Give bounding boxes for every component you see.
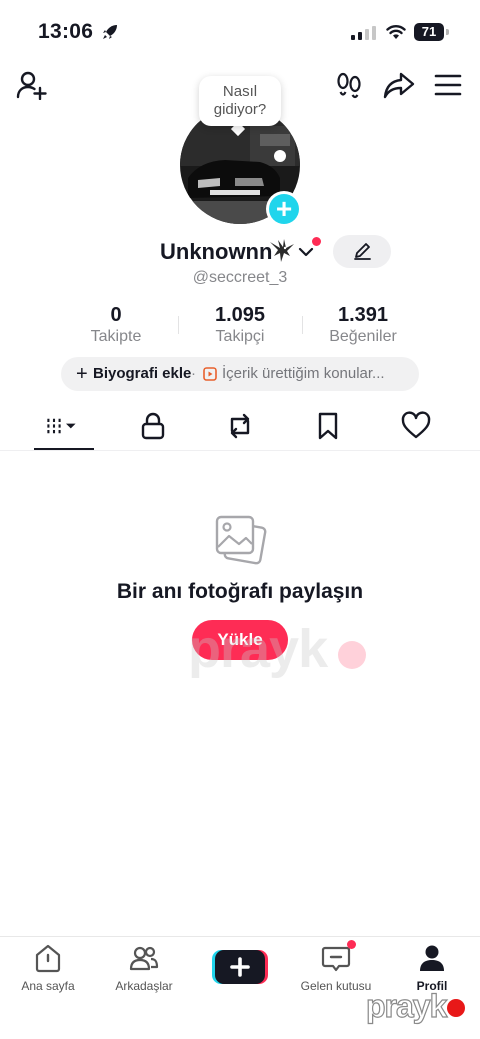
username-handle: @seccreet_3 (192, 269, 288, 286)
repost-icon[interactable] (224, 410, 256, 442)
plus-icon: + (269, 194, 299, 224)
watermark-corner-dot (447, 999, 465, 1017)
nav-profile[interactable]: Profil (384, 943, 480, 993)
inbox-icon (321, 946, 351, 972)
footprints-icon[interactable] (336, 71, 362, 99)
rocket-icon (103, 25, 117, 39)
following-label[interactable]: Takipte (66, 328, 166, 346)
nav-home[interactable]: Ana sayfa (0, 943, 96, 993)
nav-home-label: Ana sayfa (21, 979, 75, 993)
stat-divider (178, 316, 179, 334)
share-icon[interactable] (383, 70, 415, 100)
nav-friends-label: Arkadaşlar (115, 979, 173, 993)
create-plus-button[interactable] (212, 950, 268, 984)
tab-divider (0, 450, 480, 451)
nav-friends[interactable]: Arkadaşlar (96, 943, 192, 993)
videos-grid-tab-icon[interactable] (46, 410, 78, 442)
nav-inbox[interactable]: Gelen kutusu (288, 943, 384, 993)
notification-dot (312, 237, 321, 246)
add-avatar-button[interactable]: + (266, 191, 302, 227)
battery-icon: 71 (414, 23, 450, 41)
bookmark-icon[interactable] (312, 410, 344, 442)
add-friend-icon[interactable] (16, 70, 48, 100)
menu-icon[interactable] (434, 73, 462, 97)
edit-profile-button[interactable] (333, 235, 391, 268)
stat-divider (302, 316, 303, 334)
followers-count[interactable]: 1.095 (190, 304, 290, 327)
pencil-icon (354, 243, 371, 260)
chevron-down-icon[interactable] (298, 246, 314, 258)
home-icon (35, 944, 61, 973)
empty-state-title: Bir anı fotoğrafı paylaşın (116, 580, 364, 603)
photos-icon (215, 515, 267, 565)
content-topics-button[interactable]: İçerik ürettiğim konular... (222, 357, 385, 391)
play-square-icon (203, 367, 217, 381)
display-name: Unknownn (160, 239, 273, 264)
following-count[interactable]: 0 (66, 304, 166, 327)
bio-plus-icon: + (76, 363, 88, 385)
heart-icon[interactable] (400, 410, 432, 442)
profile-icon (420, 945, 444, 971)
status-bubble[interactable]: Nasıl gidiyor? (199, 76, 281, 126)
status-time: 13:06 (38, 20, 94, 43)
friends-icon (129, 946, 159, 971)
inbox-notification-dot (347, 940, 356, 949)
cellular-signal-icon (351, 26, 376, 40)
watermark: prayk (188, 619, 328, 679)
battery-level: 71 (414, 23, 444, 41)
lock-icon[interactable] (137, 410, 169, 442)
watermark-corner: prayk (365, 987, 448, 1024)
bio-pill[interactable]: + Biyografi ekle · İçerik ürettiğim konu… (61, 357, 419, 391)
bottom-nav-divider (0, 936, 480, 937)
bio-separator: · (191, 365, 196, 382)
watermark-dot (338, 641, 366, 669)
add-bio-button[interactable]: Biyografi ekle (93, 357, 191, 391)
eagle-emoji-icon (270, 239, 294, 262)
likes-label: Beğeniler (329, 328, 397, 345)
followers-label[interactable]: Takipçi (190, 328, 290, 346)
wifi-icon (386, 25, 406, 39)
likes-count: 1.391 (337, 304, 389, 326)
